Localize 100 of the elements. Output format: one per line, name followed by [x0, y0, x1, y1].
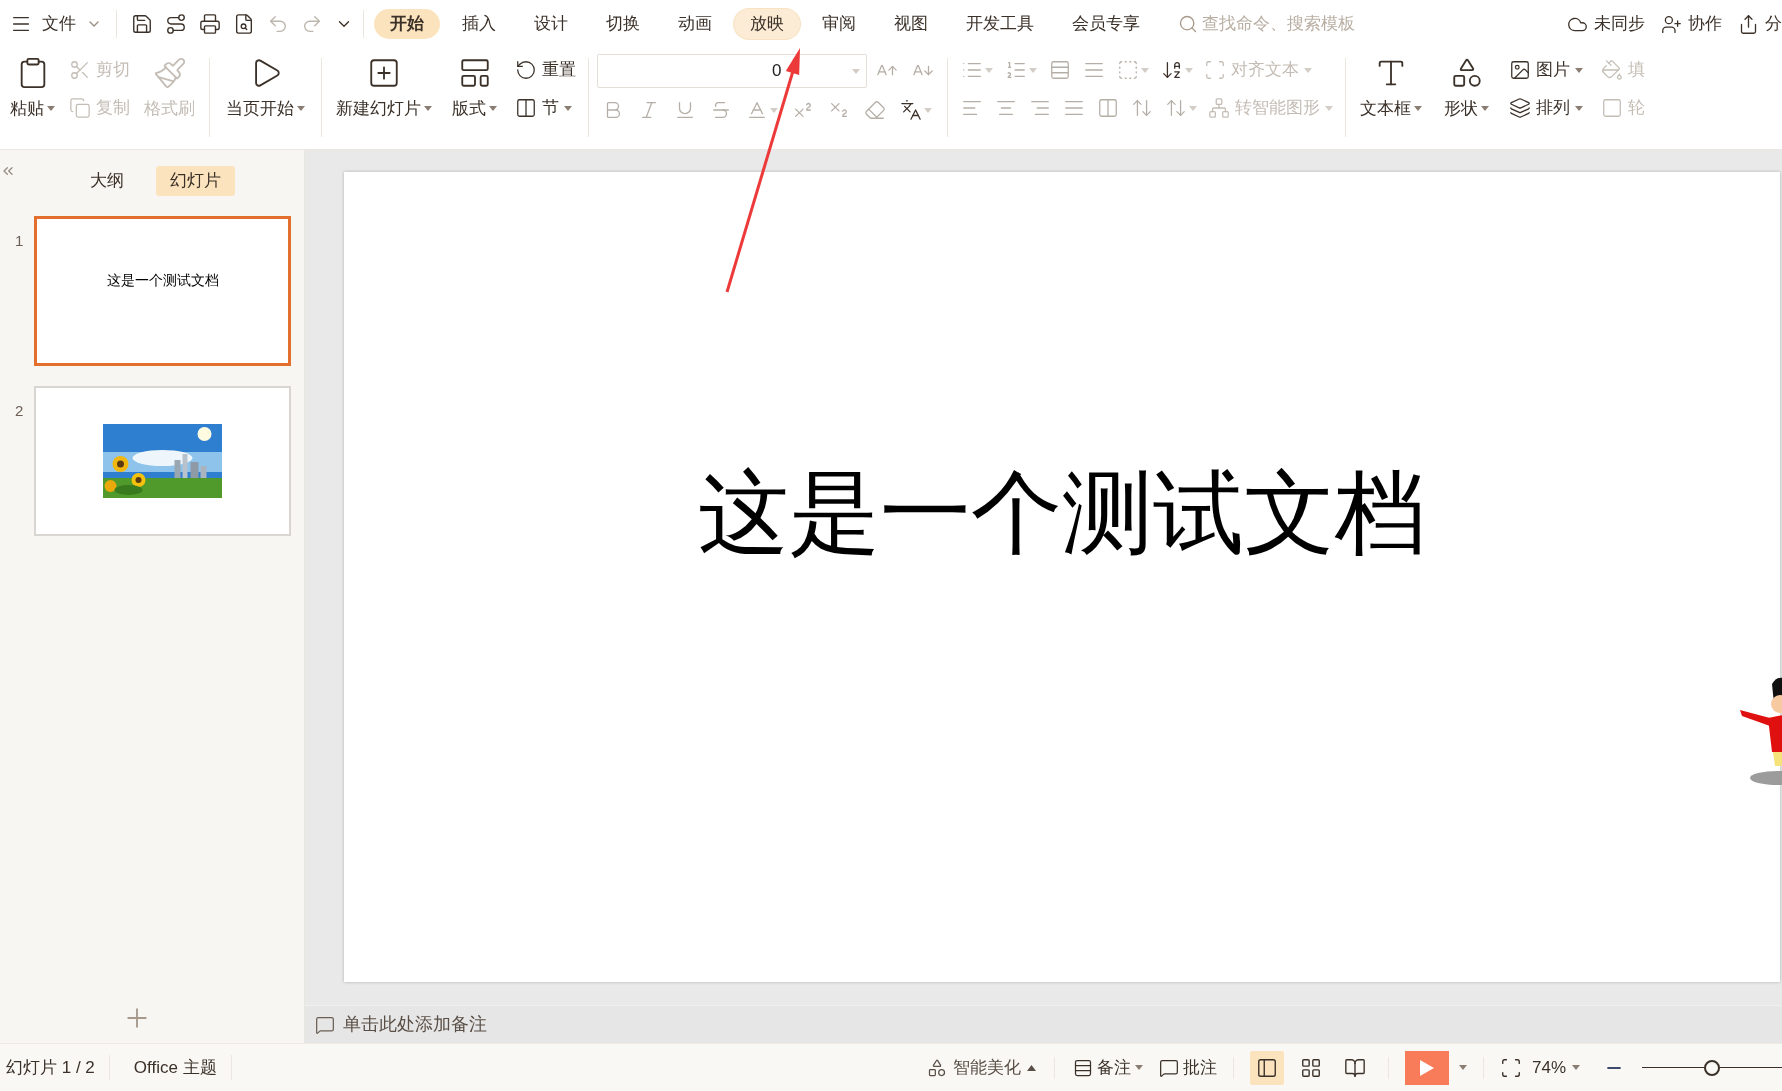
slide-counter: 幻灯片 1 / 2	[0, 1054, 110, 1081]
comments-button[interactable]: 批注	[1158, 1054, 1217, 1081]
route-icon[interactable]	[165, 13, 187, 35]
zoom-level-button[interactable]: 74%	[1531, 1054, 1580, 1081]
font-size-value: 0	[772, 60, 782, 83]
caret-icon	[1304, 67, 1312, 73]
copy-icon	[69, 97, 91, 119]
caret-icon	[1189, 105, 1197, 111]
phonetic-icon	[900, 99, 922, 121]
ribbon-tab[interactable]: 插入	[446, 9, 512, 39]
start-from-current-button[interactable]: 当页开始	[220, 54, 311, 124]
slide-number: 2	[14, 401, 25, 421]
user-plus-icon	[1661, 13, 1682, 35]
caret-icon	[489, 106, 497, 112]
numbering-icon	[1005, 59, 1027, 81]
caret-icon	[424, 106, 432, 112]
redo-icon[interactable]	[301, 13, 323, 35]
caret-icon	[985, 67, 993, 73]
file-menu[interactable]: 文件	[42, 11, 102, 37]
underline-icon	[674, 99, 696, 121]
caret-icon	[770, 107, 778, 113]
slide-title[interactable]: 这是一个测试文档	[698, 467, 1426, 563]
reset-icon	[515, 59, 537, 81]
print-preview-icon[interactable]	[233, 13, 255, 35]
note-icon	[315, 1014, 335, 1035]
caret-icon	[564, 105, 572, 111]
picture-icon	[1509, 59, 1531, 81]
outline-icon	[1601, 97, 1623, 119]
caret-icon	[924, 107, 932, 113]
sync-button[interactable]: 未同步	[1567, 11, 1645, 37]
ribbon-tab[interactable]: 开发工具	[950, 9, 1050, 39]
book-icon	[1343, 1056, 1366, 1079]
line-spacing-icon	[1131, 97, 1153, 119]
notes-button[interactable]: 备注	[1072, 1054, 1143, 1081]
caret-icon	[1141, 67, 1149, 73]
panel-tab[interactable]: 幻灯片	[156, 166, 235, 196]
theme-name: Office 主题	[109, 1054, 232, 1081]
zoom-thumb[interactable]	[1704, 1059, 1720, 1076]
caret-icon	[1029, 67, 1037, 73]
paste-button[interactable]: 粘贴	[4, 54, 61, 124]
font-color-icon	[746, 99, 768, 121]
grid-icon	[1299, 1056, 1322, 1079]
layout-button[interactable]: 版式	[446, 54, 503, 124]
slide-thumbnail[interactable]	[34, 386, 291, 536]
text-box-button[interactable]: 文本框	[1354, 54, 1428, 124]
format-painter-icon	[152, 56, 187, 90]
ribbon-tab[interactable]: 设计	[518, 9, 584, 39]
shape-button[interactable]: 形状	[1438, 54, 1495, 124]
ribbon-tab[interactable]: 切换	[590, 9, 656, 39]
sort-icon	[1161, 59, 1183, 81]
normal-view-button[interactable]	[1249, 1050, 1284, 1085]
collaborate-button[interactable]: 协作	[1661, 11, 1722, 37]
fit-window-icon[interactable]	[1499, 1056, 1522, 1079]
smartart-icon	[1208, 97, 1230, 119]
ribbon-tab[interactable]: 会员专享	[1056, 9, 1156, 39]
new-slide-button[interactable]: 新建幻灯片	[330, 54, 438, 124]
comment-icon	[1158, 1057, 1179, 1078]
print-icon[interactable]	[199, 13, 221, 35]
slide-number: 1	[14, 231, 25, 251]
caret-icon	[1414, 106, 1422, 112]
ribbon-tab[interactable]: 开始	[374, 9, 440, 39]
caret-icon	[47, 106, 55, 112]
cut-icon	[69, 59, 91, 81]
caret-up-icon	[1026, 1064, 1036, 1071]
ribbon-tab[interactable]: 审阅	[806, 9, 872, 39]
eraser-icon	[864, 99, 886, 121]
font-name-field[interactable]: 0	[597, 54, 867, 88]
strikethrough-icon	[710, 99, 732, 121]
share-icon	[1738, 13, 1759, 35]
notes-prompt[interactable]: 单击此处添加备注	[343, 1011, 487, 1038]
caret-icon	[1572, 1065, 1580, 1070]
save-icon[interactable]	[131, 13, 153, 35]
picture-button[interactable]: 图片	[1505, 54, 1587, 86]
share-button[interactable]: 分	[1738, 11, 1782, 37]
panel-tab[interactable]: 大纲	[76, 166, 138, 196]
caret-icon	[1575, 105, 1583, 111]
panel-icon	[1255, 1056, 1278, 1079]
caret-icon	[1481, 106, 1489, 112]
caret-icon	[1185, 67, 1193, 73]
undo-icon[interactable]	[267, 13, 289, 35]
caret-icon	[852, 68, 860, 74]
beautify-button[interactable]: 智能美化	[926, 1054, 1036, 1081]
new-slide-icon	[367, 56, 401, 90]
play-button[interactable]	[1404, 1050, 1449, 1085]
section-button[interactable]: 节	[511, 92, 580, 124]
slide-thumbnail[interactable]: 这是一个测试文档	[34, 216, 291, 366]
ribbon-tab[interactable]: 动画	[662, 9, 728, 39]
thumbnail-title: 这是一个测试文档	[106, 270, 219, 290]
notes-icon	[1072, 1057, 1093, 1078]
arrange-button[interactable]: 排列	[1505, 92, 1587, 124]
arrange-icon	[1509, 97, 1531, 119]
paragraph-spacing-icon	[1165, 97, 1187, 119]
ribbon-tab[interactable]: 视图	[878, 9, 944, 39]
caret-icon	[1325, 105, 1333, 111]
shapes-icon	[926, 1057, 947, 1078]
caret-icon	[1575, 67, 1583, 73]
caret-icon	[297, 106, 305, 112]
search-icon	[1178, 14, 1198, 34]
ribbon-tab[interactable]: 放映	[734, 9, 800, 39]
reset-button[interactable]: 重置	[511, 54, 580, 86]
